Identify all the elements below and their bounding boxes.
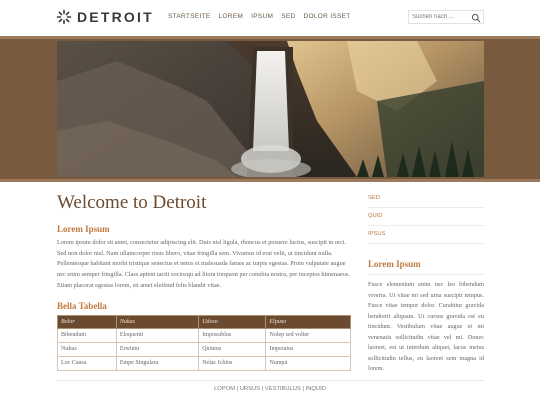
table-cell: Eloquenti bbox=[115, 327, 200, 343]
sidebar-heading: Lorem Ipsum bbox=[368, 259, 484, 275]
sidebar-text: Fusce elementum enim nec leo bibendum vi… bbox=[368, 281, 484, 372]
nav-item-startseite[interactable]: STARTSEITE bbox=[168, 13, 211, 20]
search-input[interactable] bbox=[409, 14, 469, 20]
table-cell: Nelac Ichios bbox=[198, 355, 267, 371]
sidebar-link-sed[interactable]: SED bbox=[368, 190, 484, 208]
nav-item-ipsum[interactable]: IPSUM bbox=[251, 13, 273, 20]
logo[interactable]: DETROIT bbox=[56, 9, 154, 25]
nav-item-sed[interactable]: SED bbox=[281, 13, 295, 20]
table-cell: Loc Causa bbox=[57, 355, 117, 371]
nav-item-lorem[interactable]: LOREM bbox=[219, 13, 244, 20]
site-header: DETROIT STARTSEITE LOREM IPSUM SED DOLOR… bbox=[0, 0, 540, 36]
table-cell: Imperatus bbox=[265, 341, 351, 357]
footer-link-inquid[interactable]: INQUID bbox=[306, 386, 326, 392]
search-icon[interactable] bbox=[471, 13, 481, 23]
column-header: Elpuso bbox=[265, 314, 351, 329]
column-header: Nukus bbox=[115, 314, 200, 329]
intro-paragraph: Lorem ipsum dolor sit amet, consectetur … bbox=[57, 239, 350, 289]
brand-name: DETROIT bbox=[77, 9, 154, 25]
table-row: Bibendum Eloquenti Impossiblus Nolep sed… bbox=[57, 327, 351, 343]
table-row: Nukus Erwintu Quintus Imperatus bbox=[57, 341, 351, 357]
search-box bbox=[408, 10, 484, 24]
column-header: Bolor bbox=[57, 314, 117, 329]
main-content: Welcome to Detroit Lorem Ipsum Lorem ips… bbox=[57, 192, 351, 371]
table-cell: Impossiblus bbox=[198, 327, 267, 343]
table-header-row: Bolor Nukus Udoso Elpuso bbox=[57, 314, 351, 329]
table-row: Loc Causa Empe Singulara Nelac Ichios Nu… bbox=[57, 355, 351, 371]
footer-link-vestibulus[interactable]: VESTIBULUS bbox=[265, 386, 301, 392]
table-cell: Empe Singulara bbox=[115, 355, 200, 371]
table-cell: Nukus bbox=[57, 341, 117, 357]
table-cell: Erwintu bbox=[115, 341, 200, 357]
table-heading: Bella Tabella bbox=[57, 300, 107, 311]
column-header: Udoso bbox=[198, 314, 267, 329]
footer-link-lopom[interactable]: LOPOM bbox=[214, 386, 235, 392]
footer: LOPOM | URSUS | VESTIBULUS | INQUID bbox=[0, 386, 540, 392]
data-table: Bolor Nukus Udoso Elpuso Bibendum Eloque… bbox=[57, 314, 351, 371]
footer-link-ursus[interactable]: URSUS bbox=[240, 386, 260, 392]
table-cell: Quintus bbox=[198, 341, 267, 357]
table-cell: Nolep sed volter bbox=[265, 327, 351, 343]
nav-item-dolor-isset[interactable]: DOLOR ISSET bbox=[303, 13, 350, 20]
sidebar-link-ipsus[interactable]: IPSUS bbox=[368, 226, 484, 244]
hero-banner bbox=[0, 36, 540, 182]
table-cell: Bibendum bbox=[57, 327, 117, 343]
footer-divider bbox=[57, 380, 484, 381]
sidebar-link-quid[interactable]: QUID bbox=[368, 208, 484, 226]
sun-burst-icon bbox=[56, 9, 72, 25]
waterfall-hero-image bbox=[57, 41, 484, 177]
main-nav: STARTSEITE LOREM IPSUM SED DOLOR ISSET bbox=[168, 13, 359, 20]
table-cell: Nunqui bbox=[265, 355, 351, 371]
section-heading: Lorem Ipsum bbox=[57, 224, 110, 234]
sidebar: SED QUID IPSUS Lorem Ipsum Fusce element… bbox=[368, 190, 484, 375]
page-title: Welcome to Detroit bbox=[57, 192, 207, 213]
